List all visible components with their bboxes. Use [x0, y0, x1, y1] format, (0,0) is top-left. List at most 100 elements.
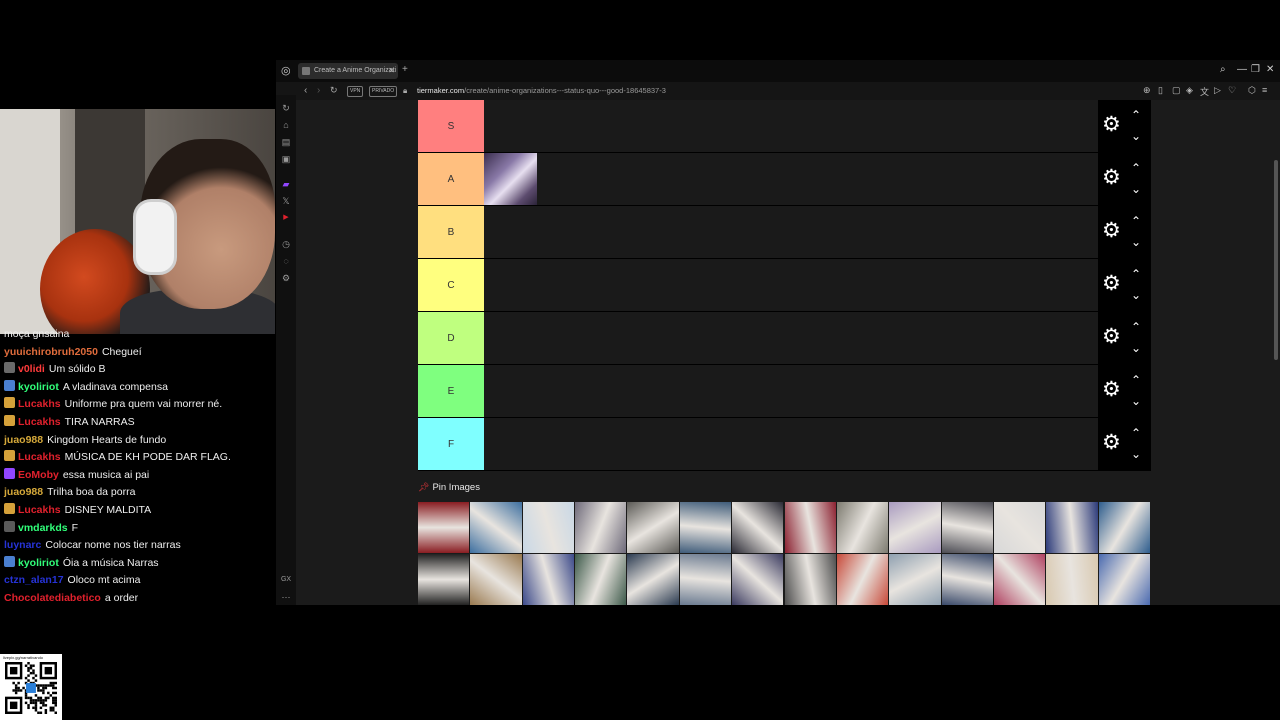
chat-username[interactable]: Chocolatediabetico — [4, 592, 101, 604]
chat-username[interactable]: v0lidi — [18, 363, 45, 375]
tier-items-dropzone[interactable] — [484, 153, 1098, 205]
gear-icon[interactable]: ⚙ — [1102, 432, 1121, 453]
reload-icon[interactable]: ↻ — [330, 85, 338, 96]
pool-thumbnail[interactable] — [993, 554, 1046, 605]
gear-icon[interactable]: ⚙ — [1102, 379, 1121, 400]
chat-username[interactable]: yuuichirobruh2050 — [4, 346, 98, 358]
pool-thumbnail[interactable] — [732, 502, 784, 553]
tier-items-dropzone[interactable] — [484, 365, 1098, 417]
chevron-up-icon[interactable]: ⌃ — [1128, 321, 1144, 333]
pool-thumbnail[interactable] — [418, 502, 470, 553]
player-icon[interactable]: ▷ — [1214, 85, 1221, 96]
wallet-icon[interactable]: ▤ — [279, 135, 293, 149]
tier-items-dropzone[interactable] — [484, 259, 1098, 311]
private-badge[interactable]: PRIVADO — [369, 86, 398, 97]
gear-icon[interactable]: ⚙ — [1102, 114, 1121, 135]
tab-active[interactable]: Create a Anime Organizati ✕ — [298, 63, 398, 79]
chat-username[interactable]: kyoliriot — [18, 381, 59, 393]
pool-thumbnail[interactable] — [889, 502, 941, 553]
gear-icon[interactable]: ⚙ — [1102, 220, 1121, 241]
chevron-down-icon[interactable]: ⌄ — [1128, 130, 1144, 142]
chevron-up-icon[interactable]: ⌃ — [1128, 427, 1144, 439]
translate-icon[interactable]: 文 — [1200, 85, 1209, 98]
chat-username[interactable]: vmdarkds — [18, 522, 68, 534]
search-tabs-icon[interactable]: ⌕ — [1220, 64, 1226, 75]
tab-close-icon[interactable]: ✕ — [388, 63, 395, 79]
chevron-up-icon[interactable]: ⌃ — [1128, 374, 1144, 386]
menu-icon[interactable]: ≡ — [1262, 85, 1267, 95]
close-window-icon[interactable]: ✕ — [1266, 64, 1274, 75]
new-tab-plus-icon[interactable]: + — [402, 64, 408, 75]
chat-icon[interactable]: ◌ — [279, 254, 293, 268]
pool-thumbnail[interactable] — [470, 502, 522, 553]
chat-username[interactable]: juao988 — [4, 486, 43, 498]
snapshot-icon[interactable]: ▢ — [1172, 85, 1181, 96]
vpn-badge[interactable]: VPN — [347, 86, 364, 97]
chat-username[interactable]: ctzn_alan17 — [4, 574, 64, 586]
pool-thumbnail[interactable] — [1098, 554, 1150, 605]
chat-username[interactable]: luynarc — [4, 539, 41, 551]
zoom-icon[interactable]: ⊕ — [1143, 85, 1151, 96]
pool-thumbnail[interactable] — [1046, 502, 1098, 553]
pool-thumbnail[interactable] — [941, 554, 993, 605]
clock-icon[interactable]: ◷ — [279, 237, 293, 251]
minimize-icon[interactable]: — — [1237, 64, 1247, 75]
pool-thumbnail[interactable] — [889, 554, 941, 605]
pool-thumbnail[interactable] — [575, 554, 627, 605]
chat-username[interactable]: juao988 — [4, 434, 43, 446]
settings-icon[interactable]: ⚙ — [279, 271, 293, 285]
chevron-down-icon[interactable]: ⌄ — [1128, 236, 1144, 248]
pool-thumbnail[interactable] — [522, 554, 575, 605]
pool-thumbnail[interactable] — [1098, 502, 1150, 553]
tier-label[interactable]: D — [418, 312, 484, 364]
history-icon[interactable]: ↻ — [279, 101, 293, 115]
chevron-up-icon[interactable]: ⌃ — [1128, 215, 1144, 227]
pool-thumbnail[interactable] — [627, 502, 679, 553]
chat-username[interactable]: kyoliriot — [18, 557, 59, 569]
chat-username[interactable]: Lucakhs — [18, 398, 61, 410]
more-icon[interactable]: ⋯ — [279, 590, 293, 604]
chat-username[interactable]: Lucakhs — [18, 504, 61, 516]
pool-thumbnail[interactable] — [836, 502, 889, 553]
pool-thumbnail[interactable] — [836, 554, 889, 605]
maximize-icon[interactable]: ❐ — [1251, 64, 1260, 75]
pool-thumbnail[interactable] — [941, 502, 993, 553]
chevron-down-icon[interactable]: ⌄ — [1128, 183, 1144, 195]
pool-thumbnail[interactable] — [784, 554, 836, 605]
tier-label[interactable]: E — [418, 365, 484, 417]
twitch-icon[interactable]: ▰ — [279, 177, 293, 191]
sidebar-gx-icon[interactable]: GX — [279, 573, 293, 587]
tier-label[interactable]: S — [418, 100, 484, 152]
heart-icon[interactable]: ♡ — [1228, 85, 1236, 96]
chevron-down-icon[interactable]: ⌄ — [1128, 342, 1144, 354]
chat-username[interactable]: EoMoby — [18, 469, 59, 481]
chat-username[interactable]: Lucakhs — [18, 416, 61, 428]
chevron-up-icon[interactable]: ⌃ — [1128, 109, 1144, 121]
pool-thumbnail[interactable] — [732, 554, 784, 605]
x-icon[interactable]: 𝕏 — [279, 194, 293, 208]
pool-thumbnail[interactable] — [1046, 554, 1098, 605]
browser-menu-icon[interactable]: ◎ — [281, 64, 291, 77]
news-icon[interactable]: ▣ — [279, 152, 293, 166]
sidebar-ai-icon[interactable]: ⌂ — [279, 118, 293, 132]
tier-items-dropzone[interactable] — [484, 206, 1098, 258]
chevron-down-icon[interactable]: ⌄ — [1128, 448, 1144, 460]
page-scrollbar[interactable] — [1274, 160, 1278, 360]
tier-items-dropzone[interactable] — [484, 100, 1098, 152]
chevron-up-icon[interactable]: ⌃ — [1128, 162, 1144, 174]
gear-icon[interactable]: ⚙ — [1102, 273, 1121, 294]
pool-thumbnail[interactable] — [418, 554, 470, 605]
chevron-down-icon[interactable]: ⌄ — [1128, 395, 1144, 407]
pool-thumbnail[interactable] — [575, 502, 627, 553]
pool-thumbnail[interactable] — [522, 502, 575, 553]
tier-label[interactable]: A — [418, 153, 484, 205]
tier-items-dropzone[interactable] — [484, 418, 1098, 470]
url-field[interactable]: tiermaker.com/create/anime-organizations… — [417, 86, 666, 95]
tier-label[interactable]: C — [418, 259, 484, 311]
pool-thumbnail[interactable] — [993, 502, 1046, 553]
chevron-up-icon[interactable]: ⌃ — [1128, 268, 1144, 280]
gear-icon[interactable]: ⚙ — [1102, 167, 1121, 188]
bookmark-icon[interactable]: ▯ — [1158, 85, 1163, 96]
pool-thumbnail[interactable] — [679, 502, 732, 553]
extensions-icon[interactable]: ⬡ — [1248, 85, 1256, 96]
